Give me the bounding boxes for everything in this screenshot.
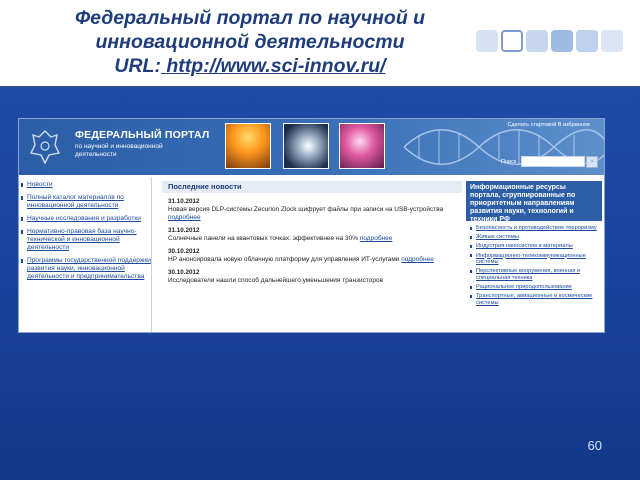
square-4 [551,30,573,52]
portal-name-sub: по научной и инновационной деятельности [75,143,163,158]
news-text: HP анонсировала новую облачную платформу… [168,256,458,264]
news-date: 31.10.2012 [168,198,200,205]
square-6 [601,30,623,52]
resources-panel: Информационные ресурсы портала, сгруппир… [466,181,602,332]
portal-name-main: ФЕДЕРАЛЬНЫЙ ПОРТАЛ [75,129,210,141]
news-heading: Последние новости [162,181,462,193]
news-date: 30.10.2012 [168,269,200,276]
nav-item-news[interactable]: Новости [21,181,151,189]
slide-header: Федеральный портал по научной и инноваци… [0,0,640,88]
news-section: Последние новости 31.10.2012 Новая верси… [162,181,462,332]
resource-item-nanosystems[interactable]: Индустрия наносистем и материалы [470,243,602,250]
slide-title: Федеральный портал по научной и инноваци… [30,6,470,78]
square-1 [476,30,498,52]
resource-item-ict[interactable]: Информационно-телекоммуникационные систе… [470,253,602,266]
news-item: 30.10.2012 HP анонсировала новую облачну… [168,248,462,264]
nav-item-legal-base[interactable]: Нормативно-правовая база научно-техничес… [21,228,151,252]
portal-url-link[interactable]: http://www.sci-innov.ru/ [161,55,385,77]
resources-list: Безопасность и противодействие терроризм… [466,225,602,307]
news-item: 31.10.2012 Солнечные панели на квантовых… [168,227,462,243]
header-photo-satellite-dish [283,123,329,169]
news-item: 30.10.2012 Исследователи нашли способ да… [168,269,462,285]
portal-content: Новости Полный каталог материалов по инн… [19,177,604,332]
square-3 [526,30,548,52]
top-link[interactable]: Сделать стартовой В избранное [507,122,590,128]
news-text: Солнечные панели на квантовых точках: эф… [168,235,458,243]
resource-item-living-systems[interactable]: Живые системы [470,234,602,241]
nav-item-catalog[interactable]: Полный каталог материалов по инновационн… [21,194,151,210]
news-date: 31.10.2012 [168,227,200,234]
news-text: Новая версия DLP-системы Zecurion Zlock … [168,206,458,222]
search-icon[interactable]: › [586,156,598,168]
news-headline: Солнечные панели на квантовых точках: эф… [168,235,358,242]
search-label: Поиск [501,159,517,165]
news-headline: Новая версия DLP-системы Zecurion Zlock … [168,206,444,213]
url-label: URL: [114,55,161,77]
resource-item-nature[interactable]: Рациональное природопользование [470,284,602,291]
url-line: URL: http://www.sci-innov.ru/ [30,54,470,78]
news-more-link[interactable]: подробнее [360,235,393,242]
resource-item-weapons[interactable]: Перспективные вооружения, военная и спец… [470,268,602,281]
resource-item-transport[interactable]: Транспортные, авиационные и космические … [470,293,602,306]
resource-item-security[interactable]: Безопасность и противодействие терроризм… [470,225,602,232]
portal-screenshot: ФЕДЕРАЛЬНЫЙ ПОРТАЛ по научной и инноваци… [18,118,605,333]
news-headline: HP анонсировала новую облачную платформу… [168,256,400,263]
nav-item-support-programs[interactable]: Программы государственной поддержки разв… [21,257,151,281]
square-2 [501,30,523,52]
news-headline: Исследователи нашли способ дальнейшего у… [168,277,384,284]
left-nav: Новости Полный каталог материалов по инн… [21,177,151,332]
news-more-link[interactable]: подробнее [401,256,434,263]
title-line-1: Федеральный портал по научной и [74,7,426,29]
header-photo-crystal [339,123,385,169]
news-item: 31.10.2012 Новая версия DLP-системы Zecu… [168,198,462,222]
news-more-link[interactable]: подробнее [168,214,201,221]
resources-heading: Информационные ресурсы портала, сгруппир… [466,181,602,223]
square-5 [576,30,598,52]
news-text: Исследователи нашли способ дальнейшего у… [168,277,458,285]
emblem-icon [29,130,61,165]
nav-item-research[interactable]: Научные исследования и разработки [21,215,151,223]
header-photo-oil-rig [225,123,271,169]
title-line-2: инновационной деятельности [95,31,405,53]
news-date: 30.10.2012 [168,248,200,255]
page-number: 60 [587,438,602,453]
search-input[interactable] [521,156,585,167]
portal-header: ФЕДЕРАЛЬНЫЙ ПОРТАЛ по научной и инноваци… [19,119,604,175]
portal-name: ФЕДЕРАЛЬНЫЙ ПОРТАЛ по научной и инноваци… [75,129,210,159]
nav-divider [151,177,152,332]
